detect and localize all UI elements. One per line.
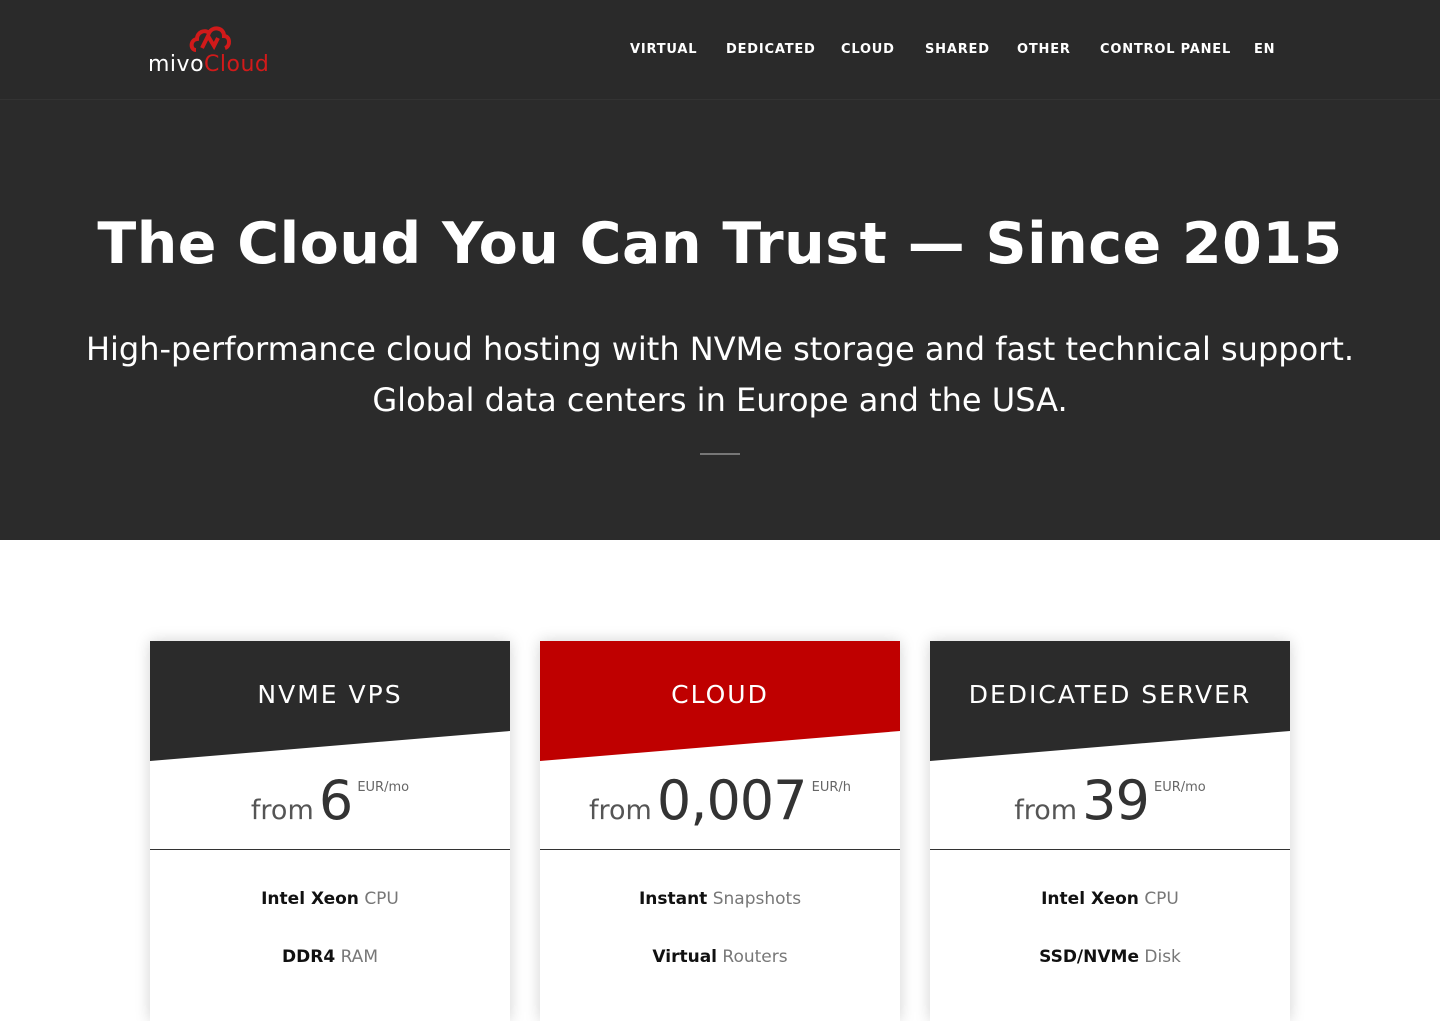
plan-header: DEDICATED SERVER bbox=[930, 641, 1290, 761]
price-unit: EUR/mo bbox=[357, 780, 410, 795]
main-nav: VIRTUAL DEDICATED CLOUD SHARED OTHER CON… bbox=[0, 40, 1440, 60]
price-from: from bbox=[588, 795, 652, 826]
plan-feature: Intel Xeon CPU bbox=[930, 887, 1290, 911]
feature-bold: DDR4 bbox=[282, 947, 336, 967]
price-divider bbox=[540, 849, 900, 850]
feature-rest: Snapshots bbox=[712, 889, 802, 909]
hero-subtitle: High-performance cloud hosting with NVMe… bbox=[0, 324, 1440, 426]
feature-bold: SSD/NVMe bbox=[1039, 947, 1139, 967]
plan-title: CLOUD bbox=[671, 680, 769, 709]
nav-control-panel[interactable]: CONTROL PANEL bbox=[1100, 40, 1231, 60]
feature-bold: Virtual bbox=[652, 947, 717, 967]
plan-feature: SSD/NVMe Disk bbox=[930, 945, 1290, 969]
nav-dedicated[interactable]: DEDICATED bbox=[726, 40, 816, 60]
nav-other[interactable]: OTHER bbox=[1017, 40, 1071, 60]
hero-title: The Cloud You Can Trust — Since 2015 bbox=[97, 211, 1343, 277]
plan-price: from 39 EUR/mo bbox=[930, 769, 1290, 833]
price-value: 0,007 bbox=[656, 769, 808, 832]
hero-section: The Cloud You Can Trust — Since 2015 Hig… bbox=[0, 100, 1440, 540]
price-from: from bbox=[250, 795, 314, 826]
plan-feature: Instant Snapshots bbox=[540, 887, 900, 911]
plan-price: from 0,007 EUR/h bbox=[540, 769, 900, 833]
feature-bold: Intel Xeon bbox=[1041, 889, 1139, 909]
price-unit: EUR/h bbox=[811, 780, 851, 795]
nav-language[interactable]: EN bbox=[1254, 40, 1275, 60]
plan-feature: Virtual Routers bbox=[540, 945, 900, 969]
plan-title: DEDICATED SERVER bbox=[968, 680, 1252, 709]
plan-price: from 6 EUR/mo bbox=[150, 769, 510, 833]
hero-subtitle-line1: High-performance cloud hosting with NVMe… bbox=[85, 330, 1355, 368]
feature-rest: RAM bbox=[340, 947, 378, 967]
feature-bold: Instant bbox=[638, 889, 708, 909]
plan-card-dedicated-server[interactable]: DEDICATED SERVER from 39 EUR/mo Intel Xe… bbox=[930, 641, 1290, 1021]
price-value: 6 bbox=[318, 769, 353, 832]
feature-rest: CPU bbox=[364, 889, 399, 909]
price-divider bbox=[150, 849, 510, 850]
plan-title: NVME VPS bbox=[257, 680, 403, 709]
plan-card-nvme-vps[interactable]: NVME VPS from 6 EUR/mo Intel Xeon CPU DD… bbox=[150, 641, 510, 1021]
price-value: 39 bbox=[1082, 769, 1150, 832]
feature-bold: Intel Xeon bbox=[261, 889, 359, 909]
price-from: from bbox=[1014, 795, 1078, 826]
plan-header: NVME VPS bbox=[150, 641, 510, 761]
nav-virtual[interactable]: VIRTUAL bbox=[630, 40, 697, 60]
plan-feature: Intel Xeon CPU bbox=[150, 887, 510, 911]
feature-rest: Routers bbox=[722, 947, 788, 967]
plan-feature: DDR4 RAM bbox=[150, 945, 510, 969]
hero-divider bbox=[700, 453, 740, 455]
site-header: mivoCloud VIRTUAL DEDICATED CLOUD SHARED… bbox=[0, 0, 1440, 100]
feature-rest: CPU bbox=[1144, 889, 1179, 909]
nav-shared[interactable]: SHARED bbox=[925, 40, 990, 60]
plan-card-cloud[interactable]: CLOUD from 0,007 EUR/h Instant Snapshots… bbox=[540, 641, 900, 1021]
feature-rest: Disk bbox=[1144, 947, 1181, 967]
plan-header: CLOUD bbox=[540, 641, 900, 761]
price-unit: EUR/mo bbox=[1153, 780, 1206, 795]
hero-subtitle-line2: Global data centers in Europe and the US… bbox=[372, 381, 1068, 419]
price-divider bbox=[930, 849, 1290, 850]
nav-cloud[interactable]: CLOUD bbox=[841, 40, 895, 60]
